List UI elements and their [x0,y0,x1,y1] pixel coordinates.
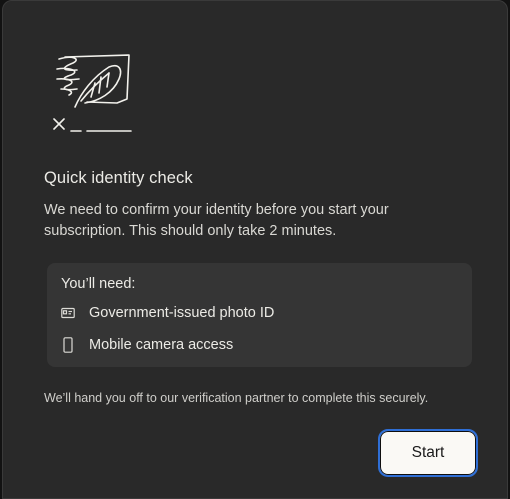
smartphone-icon [61,337,75,353]
identity-check-dialog: Quick identity check We need to confirm … [2,0,508,499]
verification-footnote: We’ll hand you off to our verification p… [44,391,429,405]
requirements-heading: You’ll need: [61,276,136,292]
requirement-label: Government-issued photo ID [89,305,275,321]
dialog-description: We need to confirm your identity before … [44,202,389,239]
requirement-label: Mobile camera access [89,337,234,353]
id-card-icon [61,305,75,321]
dialog-title: Quick identity check [44,169,193,187]
requirement-item-photo-id: Government-issued photo ID [61,303,274,323]
requirements-card: You’ll need: Government-issued photo ID … [47,263,472,367]
requirement-item-camera: Mobile camera access [61,335,233,355]
signature-document-illustration-icon [51,53,133,135]
start-button[interactable]: Start [378,429,478,477]
